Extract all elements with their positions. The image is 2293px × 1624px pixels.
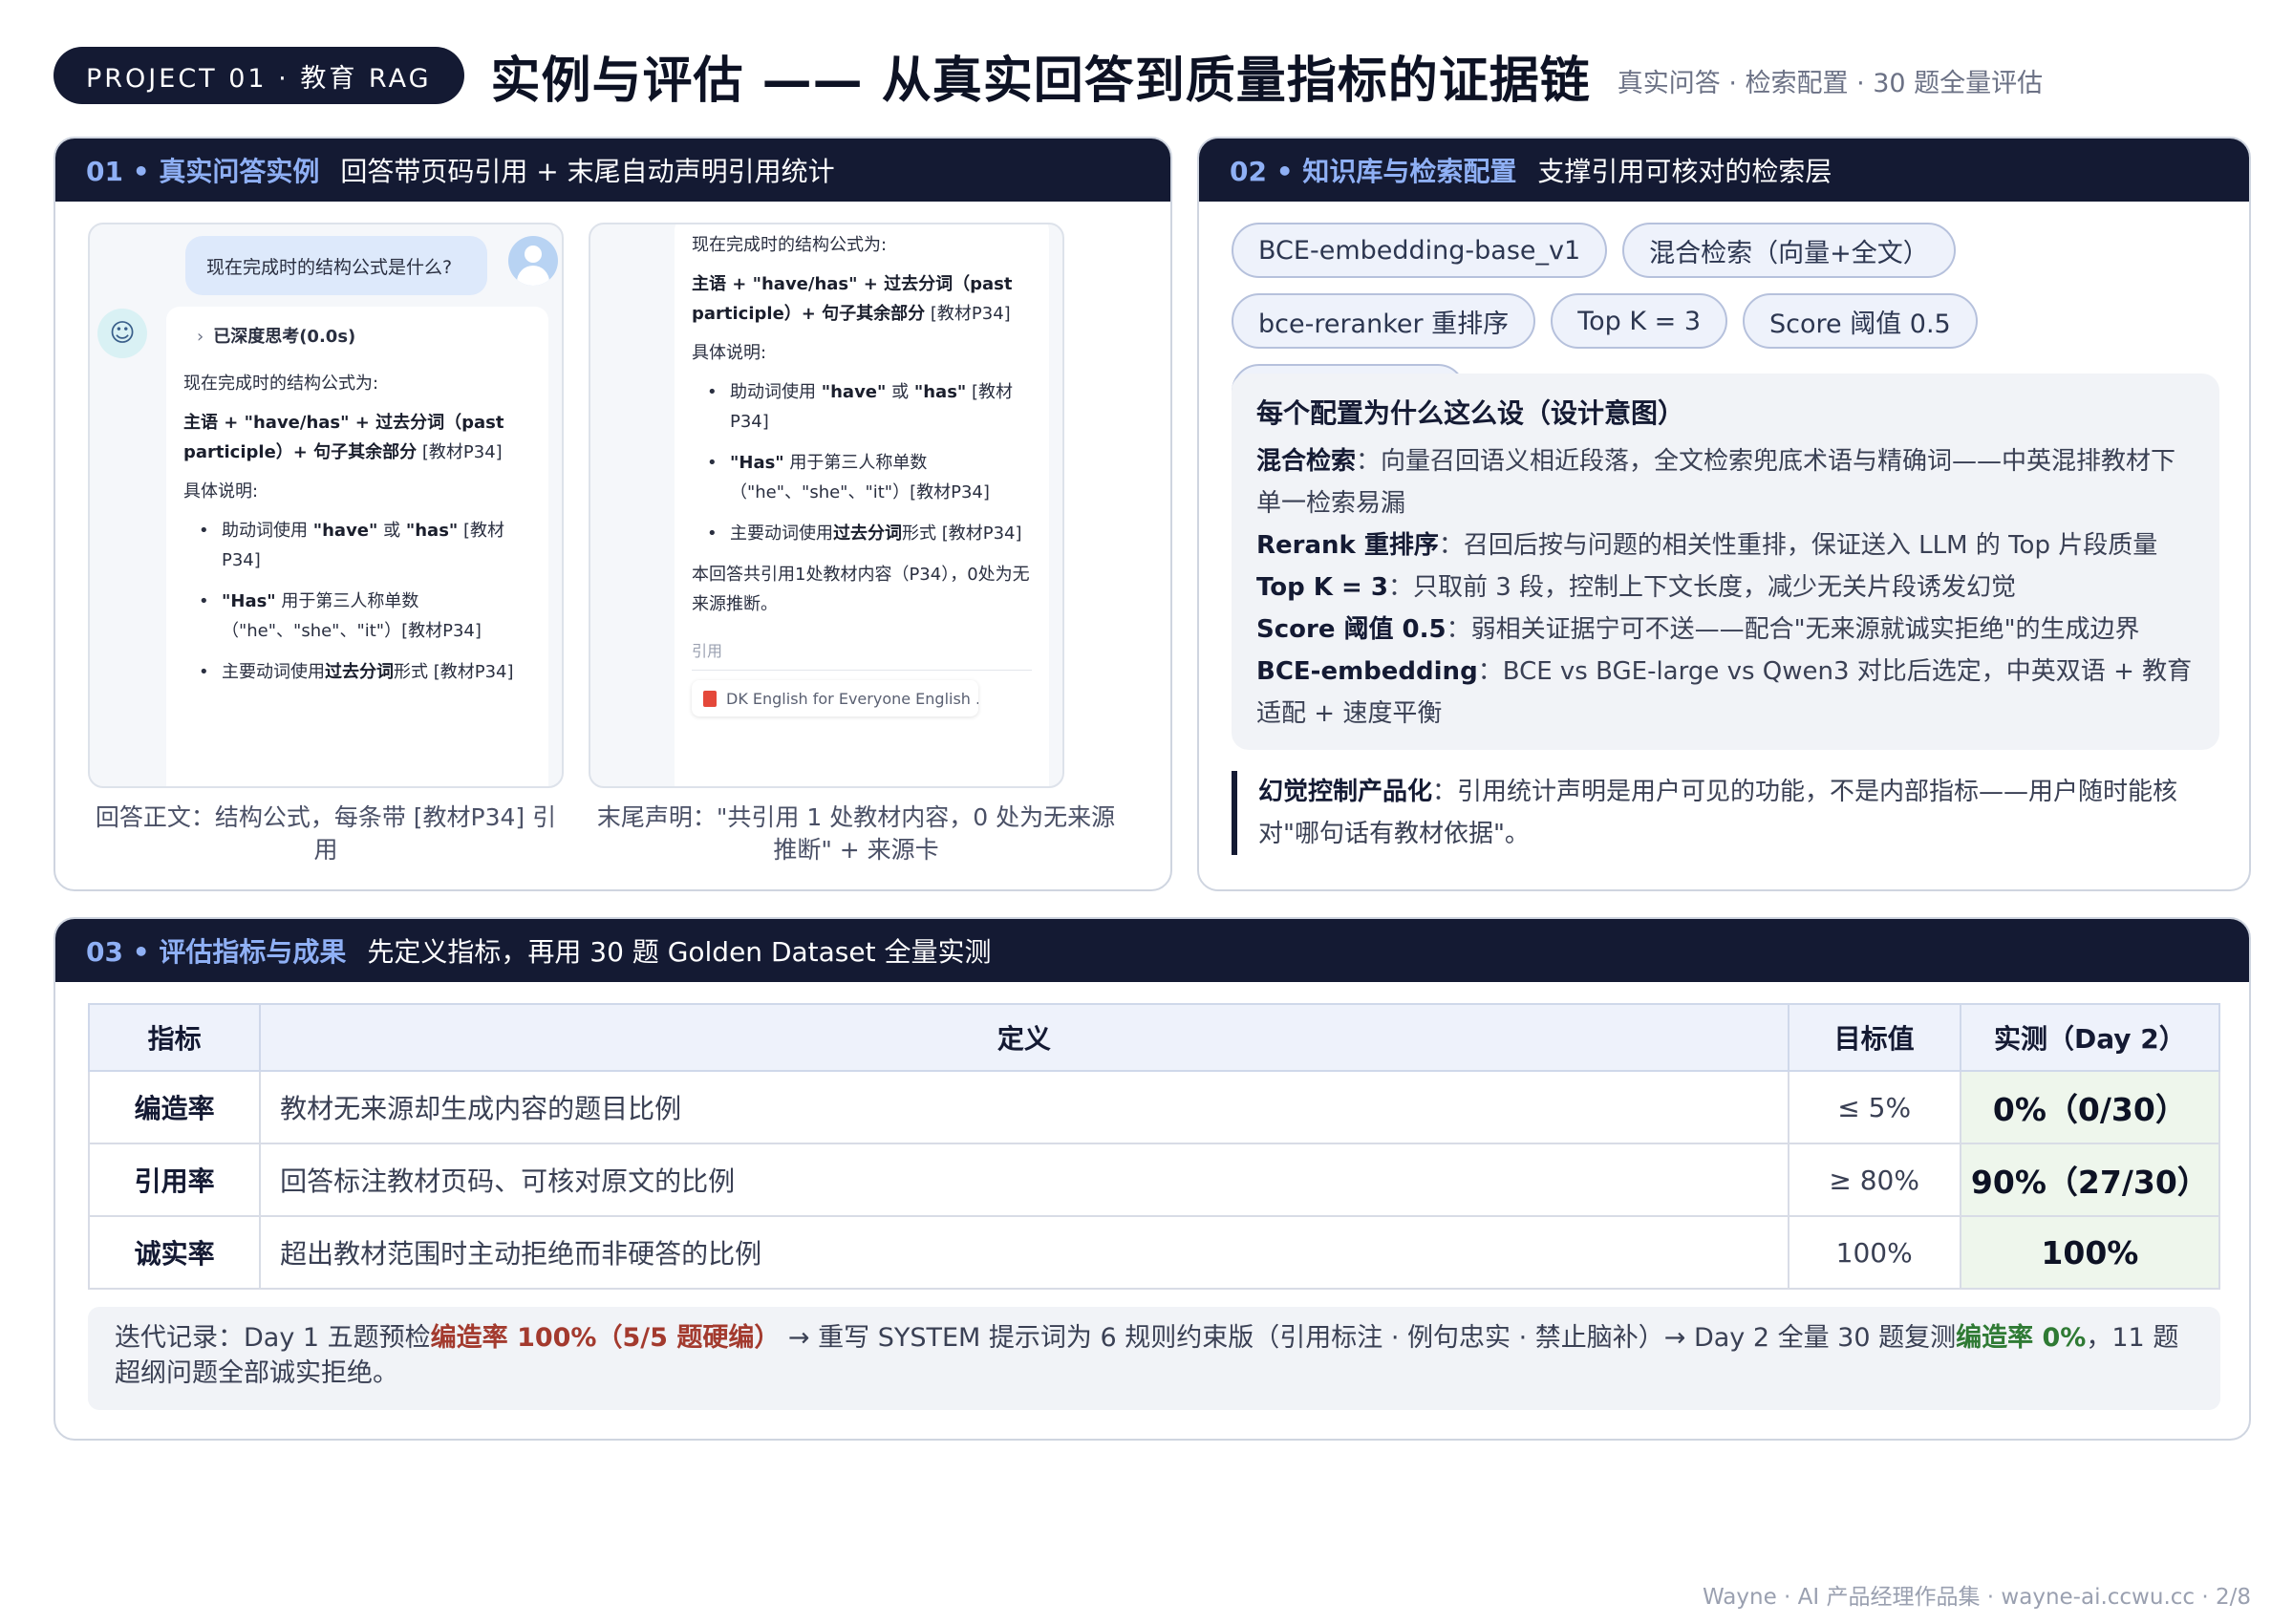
design-intent-item: Top K = 3：只取前 3 段，控制上下文长度，减少无关片段诱发幻觉 xyxy=(1256,573,2017,602)
design-intent-title: 每个配置为什么这么设（设计意图） xyxy=(1256,397,1685,429)
answer-intro: 现在完成时的结构公式为: xyxy=(183,374,379,394)
user-avatar-icon xyxy=(508,236,558,286)
config-tag: Top K = 3 xyxy=(1551,293,1728,349)
design-intent-item: 混合检索：向量召回语义相近段落，全文检索兜底术语与精确词——中英混排教材下单一检… xyxy=(1256,447,2176,518)
iteration-log: 迭代记录：Day 1 五题预检编造率 100%（5/5 题硬编） → 重写 SY… xyxy=(88,1307,2220,1410)
config-tag: BCE-embedding-base_v1 xyxy=(1232,223,1608,278)
metric-name: 编造率 xyxy=(87,1070,262,1144)
bot-avatar-icon: ☺ xyxy=(97,309,147,358)
column-header: 指标 xyxy=(87,1003,262,1072)
answer-formula: 主语 + "have/has" + 过去分词（past participle）+… xyxy=(692,274,1013,324)
card-description: 支撑引用可核对的检索层 xyxy=(1537,156,1832,187)
chat-screenshot-citation: 现在完成时的结构公式为: 主语 + "have/has" + 过去分词（past… xyxy=(589,223,1064,788)
metric-target: ≤ 5% xyxy=(1787,1070,1961,1144)
table-row: 引用率 回答标注教材页码、可核对原文的比例 ≥ 80% 90%（27/30） xyxy=(87,1143,2221,1217)
design-intent-item: Rerank 重排序：召回后按与问题的相关性重排，保证送入 LLM 的 Top … xyxy=(1256,531,2158,560)
card-number: 01 • 真实问答实例 xyxy=(86,156,320,187)
metric-target: 100% xyxy=(1787,1215,1961,1290)
metrics-table: 指标 定义 目标值 实测（Day 2） 编造率 教材无来源却生成内容的题目比例 … xyxy=(87,1003,2221,1290)
metric-definition: 超出教材范围时主动拒绝而非硬答的比例 xyxy=(259,1215,1789,1290)
source-name: DK English for Everyone English ... xyxy=(726,689,978,708)
metric-name: 诚实率 xyxy=(87,1215,262,1290)
page-header: PROJECT 01 · 教育 RAG 实例与评估 —— 从真实回答到质量指标的… xyxy=(54,44,2044,110)
project-pill: PROJECT 01 · 教育 RAG xyxy=(54,47,464,104)
list-item: 主要动词使用过去分词形式 [教材P34] xyxy=(199,657,531,687)
column-header: 目标值 xyxy=(1787,1003,1961,1072)
page-subtitle: 真实问答 · 检索配置 · 30 题全量评估 xyxy=(1617,68,2044,98)
config-tag: bce-reranker 重排序 xyxy=(1232,293,1536,349)
answer-bullets: 助动词使用 "have" 或 "has" [教材P34] "Has" 用于第三人… xyxy=(183,516,531,687)
answer-explain-label: 具体说明: xyxy=(183,481,259,502)
column-header: 定义 xyxy=(259,1003,1789,1072)
card-header: 02 • 知识库与检索配置 支撑引用可核对的检索层 xyxy=(1199,139,2249,202)
metric-target: ≥ 80% xyxy=(1787,1143,1961,1217)
design-intent-item: Score 阈值 0.5：弱相关证据宁可不送——配合"无来源就诚实拒绝"的生成边… xyxy=(1256,615,2140,644)
config-tag: 混合检索（向量+全文） xyxy=(1622,223,1956,278)
retrieval-config-card: 02 • 知识库与检索配置 支撑引用可核对的检索层 BCE-embedding-… xyxy=(1197,137,2251,891)
card-header: 01 • 真实问答实例 回答带页码引用 + 末尾自动声明引用统计 xyxy=(55,139,1170,202)
user-question-bubble: 现在完成时的结构公式是什么? xyxy=(185,236,487,295)
card-header: 03 • 评估指标与成果 先定义指标，再用 30 题 Golden Datase… xyxy=(55,919,2249,982)
qa-example-card: 01 • 真实问答实例 回答带页码引用 + 末尾自动声明引用统计 现在完成时的结… xyxy=(54,137,1172,891)
card-description: 先定义指标，再用 30 题 Golden Dataset 全量实测 xyxy=(367,936,992,968)
answer-body: › 已深度思考(0.0s) 现在完成时的结构公式为: 主语 + "have/has… xyxy=(166,307,548,786)
card-description: 回答带页码引用 + 末尾自动声明引用统计 xyxy=(340,156,835,187)
list-item: 助动词使用 "have" 或 "has" [教材P34] xyxy=(707,377,1032,437)
table-header-row: 指标 定义 目标值 实测（Day 2） xyxy=(87,1003,2221,1072)
list-item: 助动词使用 "have" 或 "has" [教材P34] xyxy=(199,516,531,575)
pdf-icon xyxy=(703,690,717,707)
metric-definition: 回答标注教材页码、可核对原文的比例 xyxy=(259,1143,1789,1217)
metric-definition: 教材无来源却生成内容的题目比例 xyxy=(259,1070,1789,1144)
list-item: "Has" 用于第三人称单数（"he"、"she"、"it"）[教材P34] xyxy=(707,448,1032,507)
design-intent-box: 每个配置为什么这么设（设计意图） 混合检索：向量召回语义相近段落，全文检索兜底术… xyxy=(1232,374,2219,750)
answer-intro: 现在完成时的结构公式为: xyxy=(692,235,888,255)
answer-formula: 主语 + "have/has" + 过去分词（past participle）+… xyxy=(183,413,504,462)
thinking-toggle[interactable]: › 已深度思考(0.0s) xyxy=(197,322,531,352)
list-item: "Has" 用于第三人称单数（"he"、"she"、"it"）[教材P34] xyxy=(199,587,531,646)
page-footer: Wayne · AI 产品经理作品集 · wayne-ai.ccwu.cc · … xyxy=(1703,1585,2251,1610)
design-intent-item: BCE-embedding：BCE vs BGE-large vs Qwen3 … xyxy=(1256,657,2193,728)
column-header: 实测（Day 2） xyxy=(1959,1003,2221,1072)
metric-actual: 90%（27/30） xyxy=(1959,1143,2221,1217)
chat-screenshot-answer: 现在完成时的结构公式是什么? ☺ › 已深度思考(0.0s) 现在完成时的结构公式… xyxy=(88,223,564,788)
citation-summary: 本回答共引用1处教材内容（P34），0处为无来源推断。 xyxy=(692,565,1030,614)
page-title: 实例与评估 —— 从真实回答到质量指标的证据链 xyxy=(490,52,1591,110)
card-number: 03 • 评估指标与成果 xyxy=(86,936,347,968)
hallucination-note: 幻觉控制产品化：引用统计声明是用户可见的功能，不是内部指标——用户随时能核对"哪… xyxy=(1232,771,2219,855)
caption-left: 回答正文：结构公式，每条带 [教材P34] 引用 xyxy=(95,803,557,864)
config-tag: Score 阈值 0.5 xyxy=(1743,293,1978,349)
list-item: 主要动词使用过去分词形式 [教材P34] xyxy=(707,519,1032,548)
citation-label: 引用 xyxy=(692,636,1032,671)
caption-right: 末尾声明："共引用 1 处教材内容，0 处为无来源推断" + 来源卡 xyxy=(596,803,1116,864)
metric-actual: 0%（0/30） xyxy=(1959,1070,2221,1144)
answer-body: 现在完成时的结构公式为: 主语 + "have/has" + 过去分词（past… xyxy=(675,224,1049,786)
source-card[interactable]: DK English for Everyone English ... xyxy=(692,680,978,716)
answer-explain-label: 具体说明: xyxy=(692,343,767,363)
card-number: 02 • 知识库与检索配置 xyxy=(1230,156,1517,187)
answer-bullets: 助动词使用 "have" 或 "has" [教材P34] "Has" 用于第三人… xyxy=(692,377,1032,548)
metric-name: 引用率 xyxy=(87,1143,262,1217)
table-row: 编造率 教材无来源却生成内容的题目比例 ≤ 5% 0%（0/30） xyxy=(87,1070,2221,1144)
metric-actual: 100% xyxy=(1959,1215,2221,1290)
chevron-right-icon: › xyxy=(197,327,204,347)
table-row: 诚实率 超出教材范围时主动拒绝而非硬答的比例 100% 100% xyxy=(87,1215,2221,1290)
evaluation-card: 03 • 评估指标与成果 先定义指标，再用 30 题 Golden Datase… xyxy=(54,917,2251,1441)
